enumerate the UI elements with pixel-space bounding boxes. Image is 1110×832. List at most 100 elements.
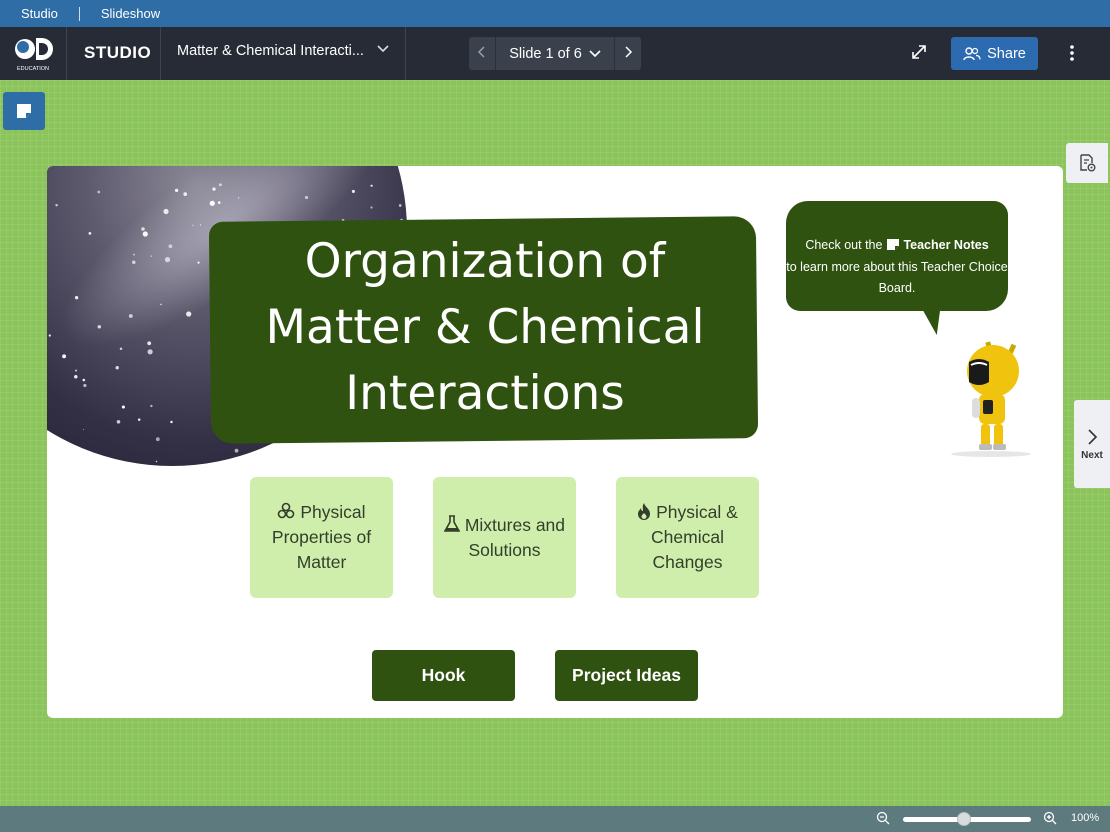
star xyxy=(62,354,67,359)
more-options-icon[interactable] xyxy=(1064,42,1080,64)
prev-slide-button[interactable] xyxy=(469,45,495,62)
card-label: Physical & Chemical Changes xyxy=(651,502,738,572)
physical-chemical-changes-card[interactable]: Physical & Chemical Changes xyxy=(616,477,759,598)
slide-indicator: Slide 1 of 6 xyxy=(509,45,582,62)
star xyxy=(147,341,152,346)
top-tab-strip: Studio Slideshow xyxy=(0,0,1110,27)
fullscreen-expand-icon[interactable] xyxy=(909,42,929,62)
star xyxy=(174,188,179,193)
star xyxy=(119,347,123,351)
document-settings-icon xyxy=(1080,154,1096,172)
zoom-slider-handle[interactable] xyxy=(957,812,972,826)
slide-navigator: Slide 1 of 6 xyxy=(469,37,641,70)
star xyxy=(234,448,239,453)
star xyxy=(82,378,86,382)
chevron-right-icon xyxy=(625,46,633,58)
teacher-notes-button[interactable] xyxy=(3,92,45,130)
chevron-left-icon xyxy=(477,46,485,58)
star xyxy=(351,189,355,193)
hook-button[interactable]: Hook xyxy=(372,650,515,701)
chevron-down-icon[interactable] xyxy=(376,41,390,58)
teacher-notes-callout: Check out the Teacher Notes to learn mor… xyxy=(786,201,1008,335)
star xyxy=(74,369,78,372)
star xyxy=(97,325,102,329)
star xyxy=(183,192,188,196)
zoom-out-icon[interactable] xyxy=(876,811,890,828)
star xyxy=(137,418,141,421)
callout-tail xyxy=(922,309,946,335)
star xyxy=(55,203,58,207)
next-slide-side-button[interactable]: Next xyxy=(1074,400,1110,488)
zoom-in-icon[interactable] xyxy=(1043,811,1057,828)
flask-icon xyxy=(443,514,461,532)
star xyxy=(327,453,330,455)
star xyxy=(192,224,194,226)
app-header: EDUCATION STUDIO Matter & Chemical Inter… xyxy=(0,27,1110,80)
header-divider xyxy=(160,27,161,80)
star xyxy=(168,244,173,249)
star xyxy=(48,334,51,337)
project-ideas-button[interactable]: Project Ideas xyxy=(555,650,698,701)
star xyxy=(74,374,78,379)
share-label: Share xyxy=(987,45,1026,62)
star xyxy=(199,224,201,226)
star xyxy=(97,190,101,194)
tab-slideshow[interactable]: Slideshow xyxy=(80,0,181,27)
star xyxy=(269,447,272,449)
header-divider xyxy=(405,27,406,80)
star xyxy=(121,405,125,409)
star xyxy=(370,184,373,187)
star xyxy=(160,303,162,306)
star xyxy=(164,257,171,263)
callout-prefix: Check out the xyxy=(805,238,883,252)
zoom-level: 100% xyxy=(1071,812,1100,824)
atom-icon xyxy=(278,502,295,519)
chevron-down-icon xyxy=(589,49,601,57)
star xyxy=(155,437,160,442)
callout-suffix: to learn more about this Teacher Choice … xyxy=(786,259,1008,296)
star xyxy=(128,314,133,318)
side-panel-button[interactable] xyxy=(1066,143,1108,183)
star xyxy=(150,404,153,408)
users-icon xyxy=(963,46,981,60)
star xyxy=(304,195,309,200)
logo-text: EDUCATION xyxy=(17,66,49,72)
star xyxy=(170,420,173,424)
footer-bar: 100% xyxy=(0,806,1110,832)
callout-teacher-notes: Teacher Notes xyxy=(903,238,989,252)
physical-properties-card[interactable]: Physical Properties of Matter xyxy=(250,477,393,598)
star xyxy=(74,296,79,300)
chevron-right-icon xyxy=(1088,428,1098,445)
star xyxy=(150,255,153,257)
star xyxy=(142,231,148,237)
star xyxy=(237,197,240,199)
slide-selector[interactable]: Slide 1 of 6 xyxy=(495,37,615,70)
star xyxy=(217,201,221,204)
fire-icon xyxy=(638,503,651,520)
sticky-note-icon xyxy=(886,239,899,250)
header-divider xyxy=(66,27,67,80)
sticky-note-icon xyxy=(17,104,31,118)
star xyxy=(132,260,136,265)
card-label: Mixtures and Solutions xyxy=(464,514,566,560)
next-slide-button[interactable] xyxy=(615,45,641,62)
star xyxy=(116,420,121,424)
robot-mascot-image xyxy=(939,336,1044,461)
app-name: STUDIO xyxy=(84,43,152,62)
star xyxy=(147,349,153,355)
share-button[interactable]: Share xyxy=(951,37,1038,70)
document-title[interactable]: Matter & Chemical Interacti... xyxy=(177,43,367,59)
star xyxy=(141,227,145,231)
next-label: Next xyxy=(1081,449,1103,461)
mixtures-solutions-card[interactable]: Mixtures and Solutions xyxy=(433,477,576,598)
star xyxy=(209,200,215,206)
discovery-education-logo[interactable]: EDUCATION xyxy=(12,35,60,73)
star xyxy=(197,261,200,264)
tab-studio[interactable]: Studio xyxy=(0,0,79,27)
slide-canvas: Organization of Matter & Chemical Intera… xyxy=(47,166,1063,718)
star xyxy=(398,204,402,207)
star xyxy=(218,183,222,187)
star xyxy=(370,206,373,209)
slide-title: Organization of Matter & Chemical Intera… xyxy=(265,234,705,421)
star xyxy=(212,187,216,191)
